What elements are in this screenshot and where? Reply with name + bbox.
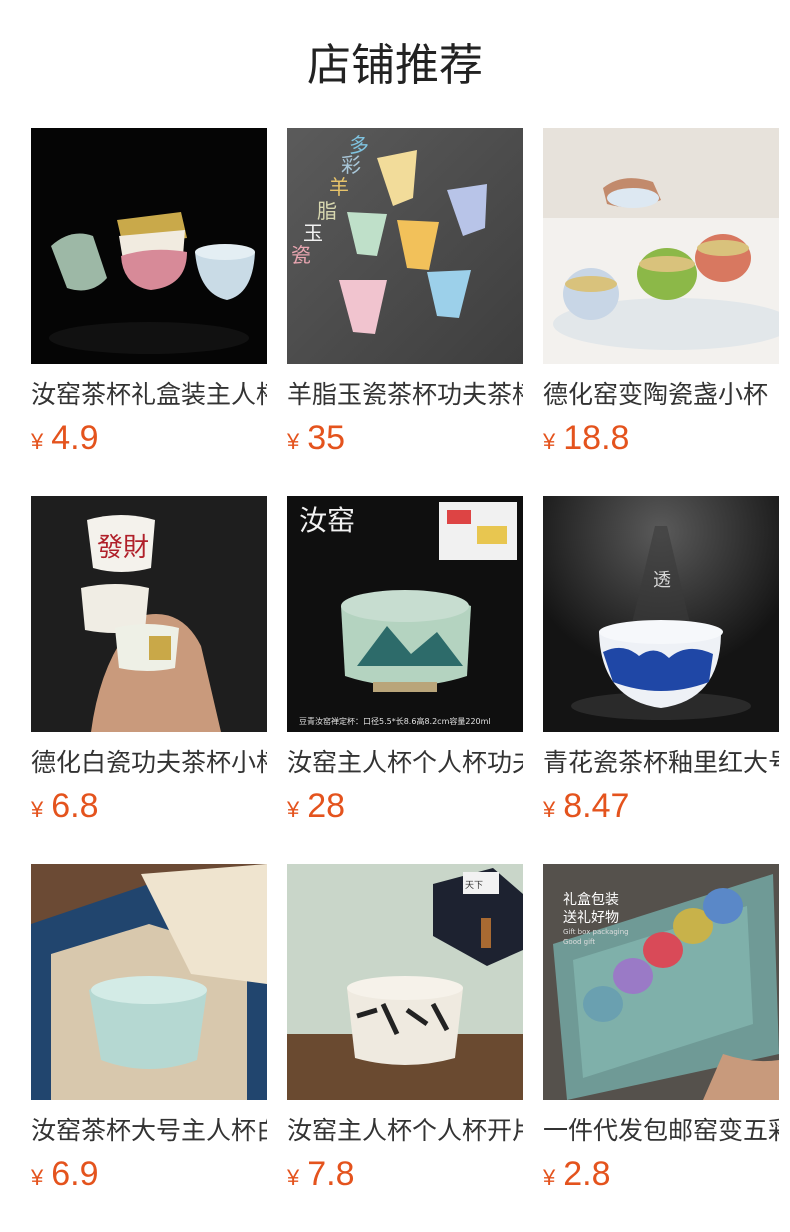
product-card[interactable]: 德化窑变陶瓷盏小杯 ¥18.8 — [543, 128, 779, 496]
product-price: ¥7.8 — [287, 1152, 523, 1196]
product-photo: 透 — [543, 496, 779, 732]
price-amount: 6.9 — [51, 1155, 99, 1193]
currency-symbol: ¥ — [287, 1165, 300, 1190]
product-name[interactable]: 青花瓷茶杯釉里红大号 — [543, 746, 779, 780]
product-card[interactable]: 汝窑茶杯礼盒装主人杯 ¥4.9 — [31, 128, 267, 496]
product-card[interactable]: 天下 汝窑主人杯个人杯开片 ¥7.8 — [287, 864, 523, 1232]
image-text: 豆青汝窑禅定杯：口径5.5*长8.6高8.2cm容量220ml — [299, 716, 491, 726]
currency-symbol: ¥ — [287, 429, 300, 454]
product-name[interactable]: 汝窑主人杯个人杯功夫 — [287, 746, 523, 780]
image-text: 羊 — [329, 175, 349, 199]
price-amount: 6.8 — [51, 787, 99, 825]
product-photo — [31, 864, 267, 1100]
product-price: ¥35 — [287, 416, 523, 460]
product-name[interactable]: 汝窑主人杯个人杯开片 — [287, 1114, 523, 1148]
product-card[interactable]: 透 青花瓷茶杯釉里红大号 ¥8.47 — [543, 496, 779, 864]
currency-symbol: ¥ — [543, 797, 556, 822]
image-text: 汝窑 — [299, 504, 355, 537]
currency-symbol: ¥ — [31, 1165, 44, 1190]
price-amount: 35 — [307, 419, 346, 457]
product-price: ¥6.8 — [31, 784, 267, 828]
product-image[interactable] — [31, 864, 267, 1100]
product-image[interactable] — [31, 128, 267, 364]
price-amount: 4.9 — [51, 419, 99, 457]
product-name[interactable]: 羊脂玉瓷茶杯功夫茶杯 — [287, 378, 523, 412]
product-price: ¥8.47 — [543, 784, 779, 828]
image-text: 彩 — [341, 153, 361, 177]
image-text: 礼盒包装 — [563, 891, 619, 908]
product-photo — [31, 128, 267, 364]
product-name[interactable]: 一件代发包邮窑变五彩 — [543, 1114, 779, 1148]
image-text: 天下 — [465, 881, 483, 891]
product-image[interactable]: 多 彩 羊 脂 玉 瓷 — [287, 128, 523, 364]
currency-symbol: ¥ — [287, 797, 300, 822]
product-image[interactable]: 透 — [543, 496, 779, 732]
product-card[interactable]: 礼盒包装 送礼好物 Gift box packaging Good gift 一… — [543, 864, 779, 1232]
product-image[interactable]: 天下 — [287, 864, 523, 1100]
price-amount: 2.8 — [563, 1155, 611, 1193]
product-image[interactable] — [543, 128, 779, 364]
product-card[interactable]: 多 彩 羊 脂 玉 瓷 羊脂玉瓷茶杯功夫茶杯 ¥35 — [287, 128, 523, 496]
currency-symbol: ¥ — [543, 429, 556, 454]
product-name[interactable]: 德化白瓷功夫茶杯小杯 — [31, 746, 267, 780]
product-photo — [543, 128, 779, 364]
currency-symbol: ¥ — [543, 1165, 556, 1190]
image-text: Gift box packaging — [563, 928, 629, 936]
product-name[interactable]: 德化窑变陶瓷盏小杯 — [543, 378, 779, 412]
product-grid: 汝窑茶杯礼盒装主人杯 ¥4.9 多 彩 羊 脂 玉 瓷 羊脂玉瓷茶杯功夫茶杯 ¥… — [31, 128, 790, 1232]
product-card[interactable]: 發財 德化白瓷功夫茶杯小杯 ¥6.8 — [31, 496, 267, 864]
image-text: Good gift — [563, 938, 595, 946]
product-photo: 多 彩 羊 脂 玉 瓷 — [287, 128, 523, 364]
image-text: 透 — [653, 570, 671, 591]
price-amount: 28 — [307, 787, 346, 825]
product-price: ¥2.8 — [543, 1152, 779, 1196]
product-photo: 礼盒包装 送礼好物 Gift box packaging Good gift — [543, 864, 779, 1100]
image-text: 脂 — [317, 199, 337, 223]
section-title: 店铺推荐 — [307, 40, 483, 91]
product-name[interactable]: 汝窑茶杯礼盒装主人杯 — [31, 378, 267, 412]
product-price: ¥4.9 — [31, 416, 267, 460]
product-card[interactable]: 汝窑茶杯大号主人杯白 ¥6.9 — [31, 864, 267, 1232]
product-name[interactable]: 汝窑茶杯大号主人杯白 — [31, 1114, 267, 1148]
price-amount: 7.8 — [307, 1155, 355, 1193]
currency-symbol: ¥ — [31, 429, 44, 454]
product-photo: 發財 — [31, 496, 267, 732]
image-text: 發財 — [97, 533, 149, 563]
currency-symbol: ¥ — [31, 797, 44, 822]
product-price: ¥6.9 — [31, 1152, 267, 1196]
product-card[interactable]: 汝窑 豆青汝窑禅定杯：口径5.5*长8.6高8.2cm容量220ml 汝窑主人杯… — [287, 496, 523, 864]
image-text: 送礼好物 — [563, 910, 619, 926]
product-price: ¥18.8 — [543, 416, 779, 460]
product-photo: 天下 — [287, 864, 523, 1100]
price-amount: 8.47 — [563, 787, 630, 825]
product-image[interactable]: 汝窑 豆青汝窑禅定杯：口径5.5*长8.6高8.2cm容量220ml — [287, 496, 523, 732]
image-text: 玉 — [303, 221, 323, 245]
image-text: 瓷 — [291, 243, 311, 267]
price-amount: 18.8 — [563, 419, 630, 457]
product-image[interactable]: 發財 — [31, 496, 267, 732]
product-photo: 汝窑 豆青汝窑禅定杯：口径5.5*长8.6高8.2cm容量220ml — [287, 496, 523, 732]
product-price: ¥28 — [287, 784, 523, 828]
product-image[interactable]: 礼盒包装 送礼好物 Gift box packaging Good gift — [543, 864, 779, 1100]
